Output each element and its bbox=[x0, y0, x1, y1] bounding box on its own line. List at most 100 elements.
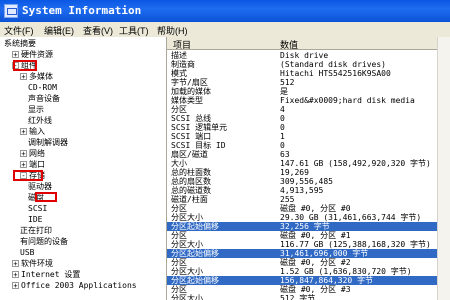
table-row[interactable]: 分区 磁盘 #0, 分区 #3 bbox=[167, 285, 450, 294]
row-item: 模式 bbox=[171, 69, 187, 78]
tree-item[interactable]: 调制解调器 bbox=[28, 138, 68, 147]
tree-item[interactable]: 系统摘要 bbox=[4, 39, 36, 48]
row-value: 0 bbox=[280, 141, 285, 150]
row-item: 分区起始偏移 bbox=[171, 249, 219, 258]
table-row[interactable]: SCSI 总线 0 bbox=[167, 114, 450, 123]
table-row[interactable]: 磁道/柱面 255 bbox=[167, 195, 450, 204]
window-title: System Information bbox=[22, 4, 142, 17]
row-item: 分区 bbox=[171, 231, 187, 240]
table-row[interactable]: 分区大小 1.52 GB (1,636,830,720 字节) bbox=[167, 267, 450, 276]
table-row[interactable]: 分区 磁盘 #0, 分区 #0 bbox=[167, 204, 450, 213]
row-value: 磁盘 #0, 分区 #3 bbox=[280, 285, 351, 294]
menu-view[interactable]: 查看(V) bbox=[83, 24, 113, 37]
tree-item-label: 红外线 bbox=[28, 116, 52, 125]
row-item: SCSI 总线 bbox=[171, 114, 212, 123]
row-value: 156,847,864,320 字节 bbox=[280, 276, 374, 285]
table-row[interactable]: 模式 Hitachi HTS542516K9SA00 bbox=[167, 69, 450, 78]
tree-item[interactable]: IDE bbox=[28, 215, 42, 224]
category-tree[interactable]: 系统摘要 + 硬件资源 - 组件 + 多媒体 CD-ROM 声音设备 显示 红外线 + 输入 调制解调器 +… bbox=[0, 37, 167, 300]
table-row[interactable]: SCSI 目标 ID 0 bbox=[167, 141, 450, 150]
expand-icon[interactable]: + bbox=[20, 128, 27, 136]
menu-bar: 文件(F) 编辑(E) 查看(V) 工具(T) 帮助(H) bbox=[0, 22, 450, 38]
tree-item[interactable]: USB bbox=[20, 248, 34, 257]
row-value: 1.52 GB (1,636,830,720 字节) bbox=[280, 267, 412, 276]
menu-help[interactable]: 帮助(H) bbox=[157, 24, 188, 37]
menu-file[interactable]: 文件(F) bbox=[4, 24, 34, 37]
table-row[interactable]: 总的扇区数 309,556,485 bbox=[167, 177, 450, 186]
table-row[interactable]: SCSI 逻辑单元 0 bbox=[167, 123, 450, 132]
tree-item-label: 显示 bbox=[28, 105, 44, 114]
table-row[interactable]: 分区起始偏移 156,847,864,320 字节 bbox=[167, 276, 450, 285]
tree-item[interactable]: + Office 2003 Applications bbox=[12, 281, 137, 290]
row-value: 4,913,595 bbox=[280, 186, 324, 195]
tree-item[interactable]: + 硬件资源 bbox=[12, 50, 53, 59]
table-row[interactable]: 描述 Disk drive bbox=[167, 51, 450, 60]
row-item: 总的柱面数 bbox=[171, 168, 211, 177]
table-row[interactable]: 分区大小 116.77 GB (125,388,168,320 字节) bbox=[167, 240, 450, 249]
table-row[interactable]: 制造商 (Standard disk drives) bbox=[167, 60, 450, 69]
details-pane: 项目 数值 描述 Disk drive 制造商 (Standard disk driv… bbox=[167, 37, 450, 300]
column-header-item[interactable]: 项目 bbox=[173, 38, 191, 51]
tree-item-label: IDE bbox=[28, 215, 43, 224]
table-row[interactable]: 分区 4 bbox=[167, 105, 450, 114]
table-row[interactable]: 总的柱面数 19,269 bbox=[167, 168, 450, 177]
expand-icon[interactable]: + bbox=[20, 161, 27, 169]
row-value: 512 bbox=[280, 78, 295, 87]
table-row[interactable]: 分区起始偏移 31,461,696,000 字节 bbox=[167, 249, 450, 258]
expand-icon[interactable]: + bbox=[12, 260, 19, 268]
table-row[interactable]: 媒体类型 Fixed&#x0009;hard disk media bbox=[167, 96, 450, 105]
table-row[interactable]: 分区起始偏移 32,256 字节 bbox=[167, 222, 450, 231]
tree-item[interactable]: + 端口 bbox=[20, 160, 45, 169]
column-header-value[interactable]: 数值 bbox=[280, 38, 298, 51]
menu-edit[interactable]: 编辑(E) bbox=[44, 24, 74, 37]
tree-item[interactable]: CD-ROM bbox=[28, 83, 57, 92]
tree-item-label: CD-ROM bbox=[28, 83, 57, 92]
table-row[interactable]: 分区大小 29.30 GB (31,461,663,744 字节) bbox=[167, 213, 450, 222]
tree-item[interactable]: 驱动器 bbox=[28, 182, 52, 191]
tree-item[interactable]: 正在打印 bbox=[20, 226, 52, 235]
tree-item-label: 系统摘要 bbox=[4, 39, 36, 48]
table-row[interactable]: 总的磁道数 4,913,595 bbox=[167, 186, 450, 195]
table-row[interactable]: 大小 147.61 GB (158,492,920,320 字节) bbox=[167, 159, 450, 168]
tree-item-label: 网络 bbox=[29, 149, 45, 158]
tree-item-label: 有问题的设备 bbox=[20, 237, 68, 246]
tree-item[interactable]: SCSI bbox=[28, 204, 47, 213]
tree-item[interactable]: 有问题的设备 bbox=[20, 237, 68, 246]
vertical-scrollbar[interactable] bbox=[437, 37, 450, 300]
table-row[interactable]: 加载的媒体 是 bbox=[167, 87, 450, 96]
expand-icon[interactable]: + bbox=[12, 282, 19, 290]
table-row[interactable]: 分区大小 512 字节 bbox=[167, 294, 450, 300]
tree-item[interactable]: + Internet 设置 bbox=[12, 270, 80, 279]
row-value: Disk drive bbox=[280, 51, 329, 60]
red-highlight-box bbox=[13, 170, 43, 181]
row-item: 媒体类型 bbox=[171, 96, 203, 105]
row-item: 分区大小 bbox=[171, 213, 203, 222]
tree-item[interactable]: + 输入 bbox=[20, 127, 45, 136]
tree-item[interactable]: 显示 bbox=[28, 105, 44, 114]
table-row[interactable]: 扇区/磁道 63 bbox=[167, 150, 450, 159]
row-value: Fixed&#x0009;hard disk media bbox=[280, 96, 415, 105]
tree-item-label: Office 2003 Applications bbox=[21, 281, 137, 290]
expand-icon[interactable]: + bbox=[12, 271, 19, 279]
row-item: 加载的媒体 bbox=[171, 87, 211, 96]
menu-tools[interactable]: 工具(T) bbox=[119, 24, 149, 37]
red-highlight-box bbox=[35, 192, 57, 202]
table-row[interactable]: 分区 磁盘 #0, 分区 #2 bbox=[167, 258, 450, 267]
table-row[interactable]: 字节/扇区 512 bbox=[167, 78, 450, 87]
tree-item-label: 端口 bbox=[29, 160, 45, 169]
tree-item[interactable]: + 软件环境 bbox=[12, 259, 53, 268]
tree-item-label: 正在打印 bbox=[20, 226, 52, 235]
tree-item[interactable]: 红外线 bbox=[28, 116, 52, 125]
tree-item[interactable]: + 多媒体 bbox=[20, 72, 53, 81]
row-item: 分区 bbox=[171, 204, 187, 213]
row-value: 是 bbox=[280, 87, 288, 96]
expand-icon[interactable]: + bbox=[20, 150, 27, 158]
table-row[interactable]: 分区 磁盘 #0, 分区 #1 bbox=[167, 231, 450, 240]
tree-item[interactable]: 声音设备 bbox=[28, 94, 60, 103]
table-row[interactable]: SCSI 端口 1 bbox=[167, 132, 450, 141]
row-value: 19,269 bbox=[280, 168, 309, 177]
expand-icon[interactable]: + bbox=[20, 73, 27, 81]
expand-icon[interactable]: + bbox=[12, 51, 19, 59]
row-value: 512 字节 bbox=[280, 294, 316, 300]
tree-item[interactable]: + 网络 bbox=[20, 149, 45, 158]
